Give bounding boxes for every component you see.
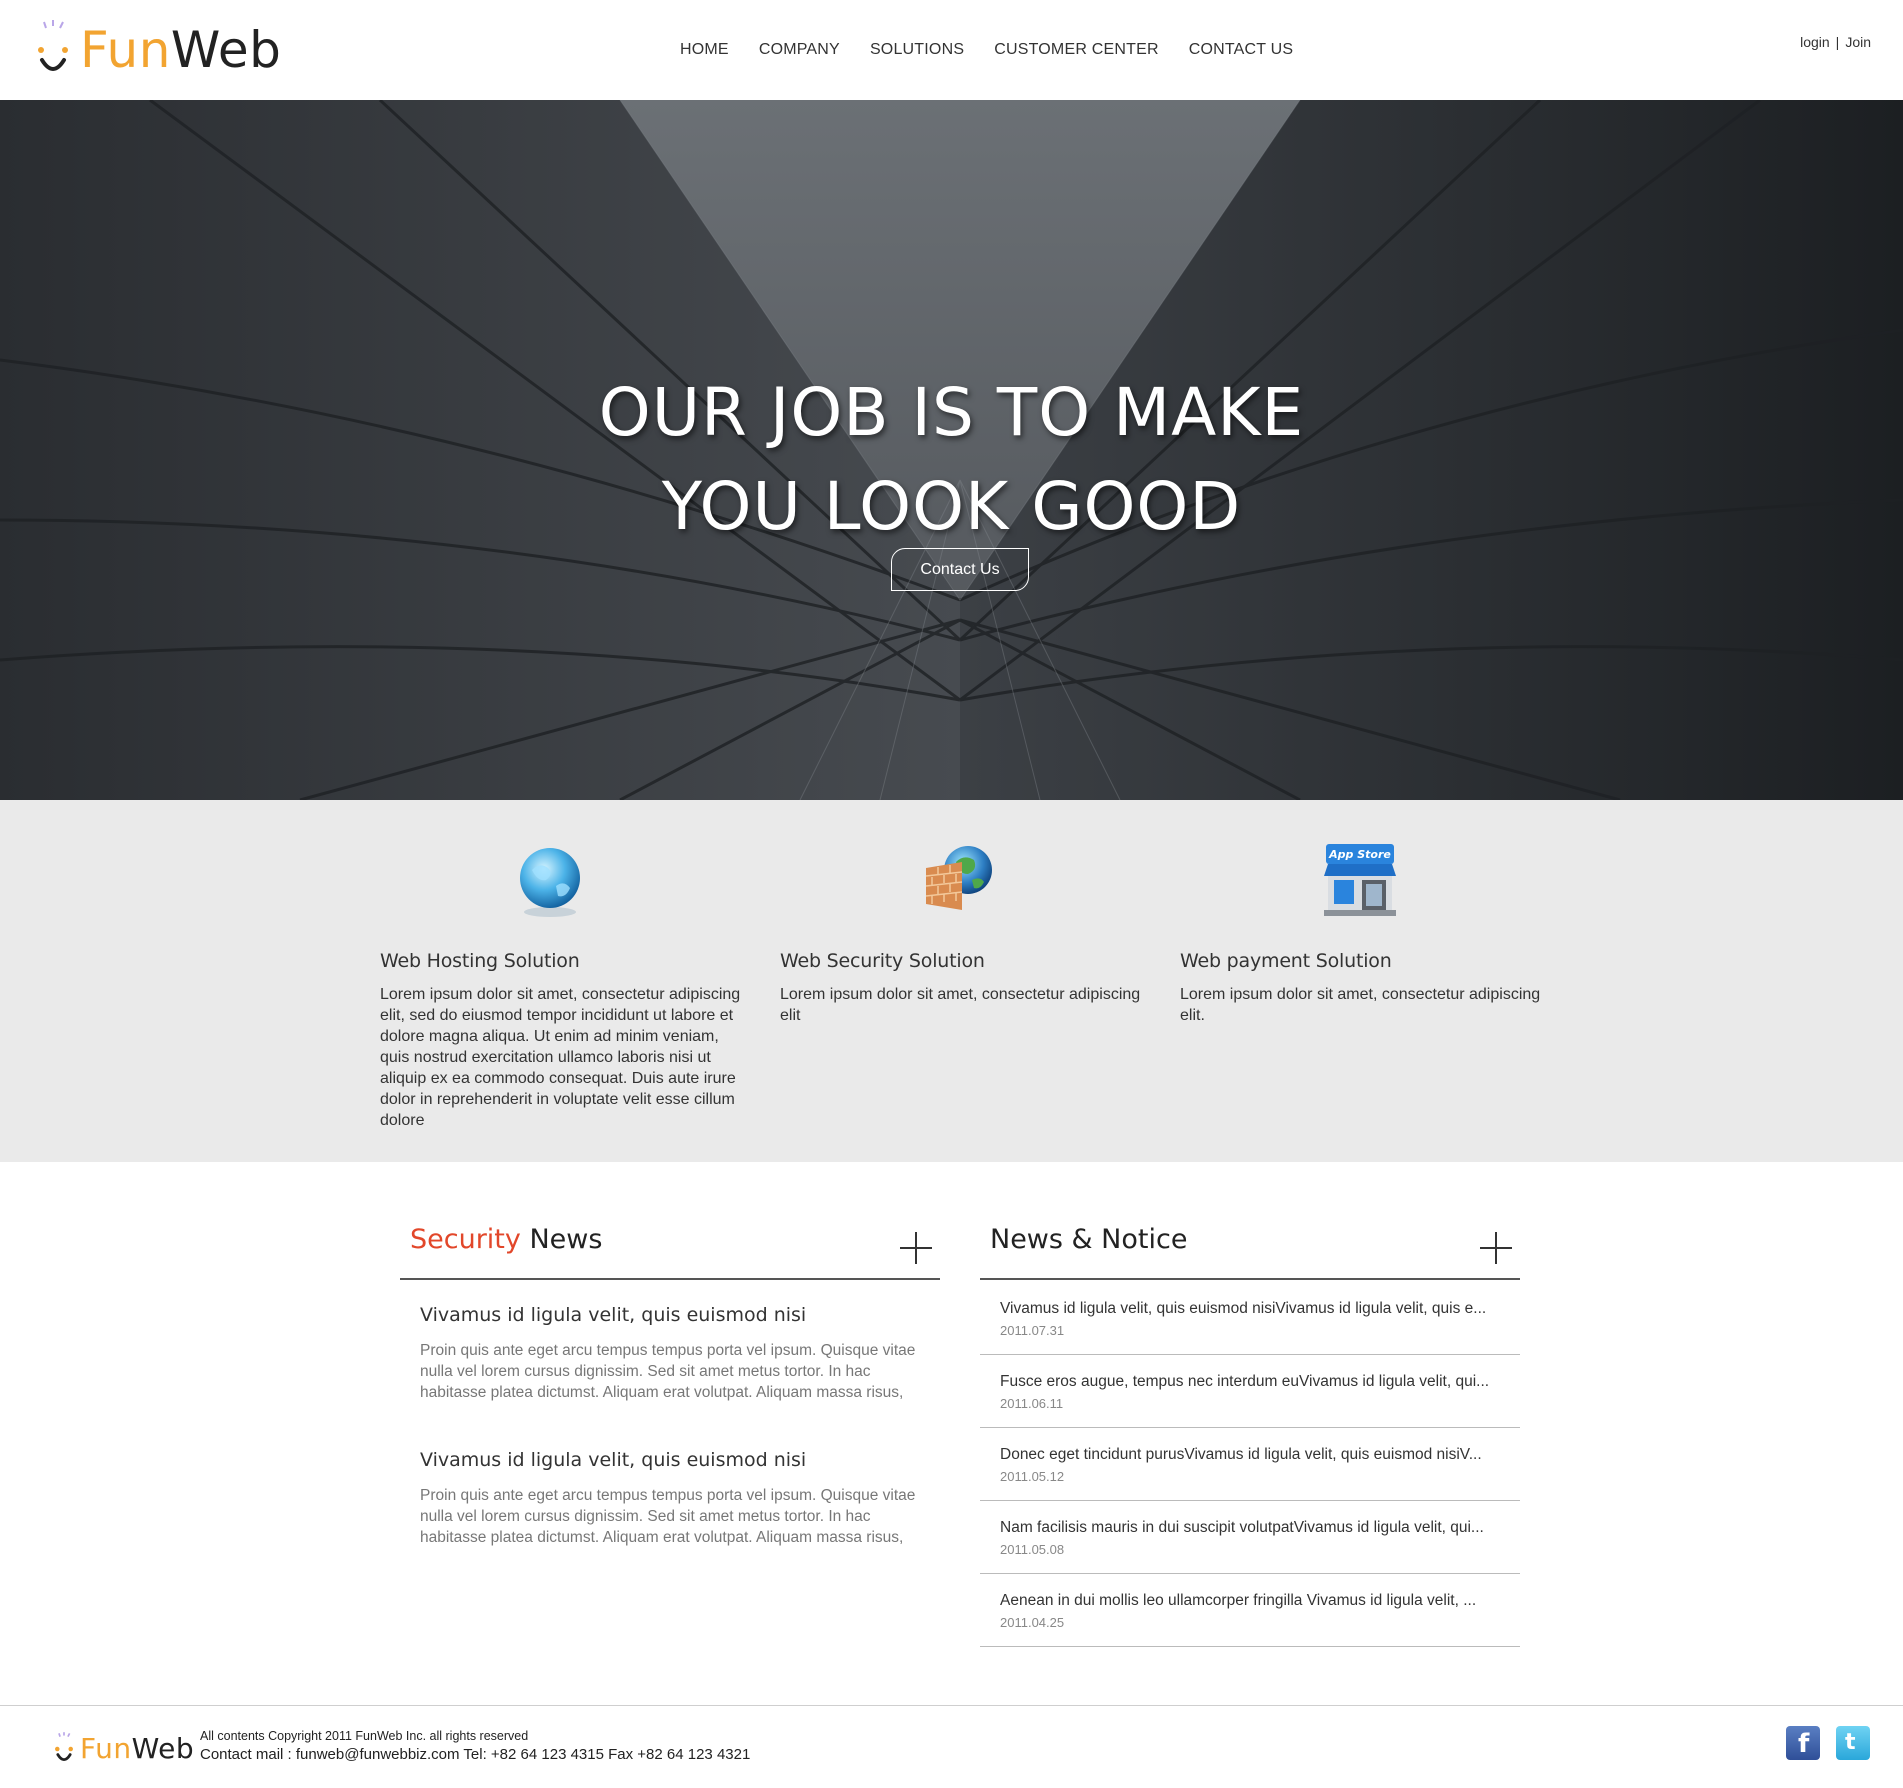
article-body: Proin quis ante eget arcu tempus tempus … [420, 1487, 916, 1546]
nav-company[interactable]: COMPANY [759, 41, 840, 59]
auth-links: login | Join [1800, 34, 1871, 50]
smiley-logo-icon [38, 20, 68, 71]
news-notice-panel: News & Notice Vivamus id ligula velit, q… [980, 1210, 1520, 1647]
security-news-header: Security News [400, 1210, 940, 1280]
notice-date: 2011.07.31 [1000, 1323, 1065, 1338]
contact-info: Contact mail : funweb@funwebbiz.com Tel:… [200, 1746, 751, 1763]
list-item[interactable]: Aenean in dui mollis leo ullamcorper fri… [980, 1574, 1520, 1647]
smiley-logo-icon [55, 1732, 73, 1762]
article-body: Proin quis ante eget arcu tempus tempus … [420, 1342, 916, 1401]
logo-wordmark: FunWeb [80, 1732, 195, 1765]
list-item[interactable]: Fusce eros augue, tempus nec interdum eu… [980, 1355, 1520, 1428]
hero-headline-line1: OUR JOB IS TO MAKE [598, 374, 1305, 452]
notice-title[interactable]: Vivamus id ligula velit, quis euismod ni… [1000, 1300, 1500, 1318]
solution-title: Web Security Solution [780, 950, 985, 972]
solution-text: Lorem ipsum dolor sit amet, consectetur … [780, 986, 1141, 1024]
solution-title: Web payment Solution [1180, 950, 1392, 972]
news-article[interactable]: Vivamus id ligula velit, quis euismod ni… [420, 1304, 920, 1403]
hero-headline-line2: YOU LOOK GOOD [661, 468, 1242, 546]
notice-title[interactable]: Donec eget tincidunt purusVivamus id lig… [1000, 1446, 1500, 1464]
list-item[interactable]: Donec eget tincidunt purusVivamus id lig… [980, 1428, 1520, 1501]
news-article[interactable]: Vivamus id ligula velit, quis euismod ni… [420, 1449, 920, 1548]
site-footer: FunWeb All contents Copyright 2011 FunWe… [0, 1705, 1903, 1788]
solution-text: Lorem ipsum dolor sit amet, consectetur … [1180, 986, 1541, 1024]
hero-headline: OUR JOB IS TO MAKE YOU LOOK GOOD [0, 366, 1903, 554]
logo[interactable]: FunWeb [28, 20, 281, 80]
firewall-icon [925, 846, 992, 910]
app-store-icon: App Store [1324, 844, 1396, 916]
solutions-section: Web Hosting Solution Lorem ipsum dolor s… [0, 800, 1903, 1162]
notice-title[interactable]: Nam facilisis mauris in dui suscipit vol… [1000, 1519, 1500, 1537]
article-title[interactable]: Vivamus id ligula velit, quis euismod ni… [420, 1304, 920, 1326]
news-notice-header: News & Notice [980, 1210, 1520, 1280]
facebook-icon[interactable]: f [1786, 1726, 1820, 1760]
plus-icon[interactable] [1480, 1232, 1512, 1264]
notice-date: 2011.06.11 [1000, 1396, 1064, 1411]
hero-banner: OUR JOB IS TO MAKE YOU LOOK GOOD Contact … [0, 100, 1903, 800]
notice-list: Vivamus id ligula velit, quis euismod ni… [980, 1282, 1520, 1647]
solution-text: Lorem ipsum dolor sit amet, consectetur … [380, 986, 741, 1129]
footer-info: All contents Copyright 2011 FunWeb Inc. … [200, 1729, 750, 1763]
auth-separator: | [1835, 34, 1840, 50]
notice-date: 2011.05.12 [1000, 1469, 1065, 1484]
list-item[interactable]: Vivamus id ligula velit, quis euismod ni… [980, 1282, 1520, 1355]
notice-title[interactable]: Aenean in dui mollis leo ullamcorper fri… [1000, 1592, 1500, 1610]
logo-wordmark: FunWeb [80, 21, 282, 79]
twitter-icon[interactable]: t [1836, 1726, 1870, 1760]
nav-contact-us[interactable]: CONTACT US [1189, 41, 1294, 59]
article-title[interactable]: Vivamus id ligula velit, quis euismod ni… [420, 1449, 920, 1471]
main-nav: HOME COMPANY SOLUTIONS CUSTOMER CENTER C… [680, 41, 1323, 59]
security-news-panel: Security News Vivamus id ligula velit, q… [400, 1210, 940, 1546]
nav-home[interactable]: HOME [680, 41, 729, 59]
globe-icon [520, 848, 580, 917]
copyright-text: All contents Copyright 2011 FunWeb Inc. … [200, 1729, 529, 1743]
nav-solutions[interactable]: SOLUTIONS [870, 41, 964, 59]
site-header: FunWeb HOME COMPANY SOLUTIONS CUSTOMER C… [0, 0, 1903, 100]
list-item[interactable]: Nam facilisis mauris in dui suscipit vol… [980, 1501, 1520, 1574]
news-notice-title: News & Notice [990, 1224, 1188, 1255]
solution-title: Web Hosting Solution [380, 950, 580, 972]
login-link[interactable]: login [1800, 34, 1830, 50]
security-news-title: Security News [410, 1224, 603, 1255]
footer-logo[interactable]: FunWeb [50, 1732, 194, 1766]
join-link[interactable]: Join [1845, 34, 1871, 50]
app-store-label: App Store [1328, 848, 1391, 861]
contact-us-button[interactable]: Contact Us [891, 548, 1029, 591]
notice-date: 2011.04.25 [1000, 1615, 1065, 1630]
notice-title[interactable]: Fusce eros augue, tempus nec interdum eu… [1000, 1373, 1500, 1391]
notice-date: 2011.05.08 [1000, 1542, 1065, 1557]
nav-customer-center[interactable]: CUSTOMER CENTER [994, 41, 1159, 59]
plus-icon[interactable] [900, 1232, 932, 1264]
